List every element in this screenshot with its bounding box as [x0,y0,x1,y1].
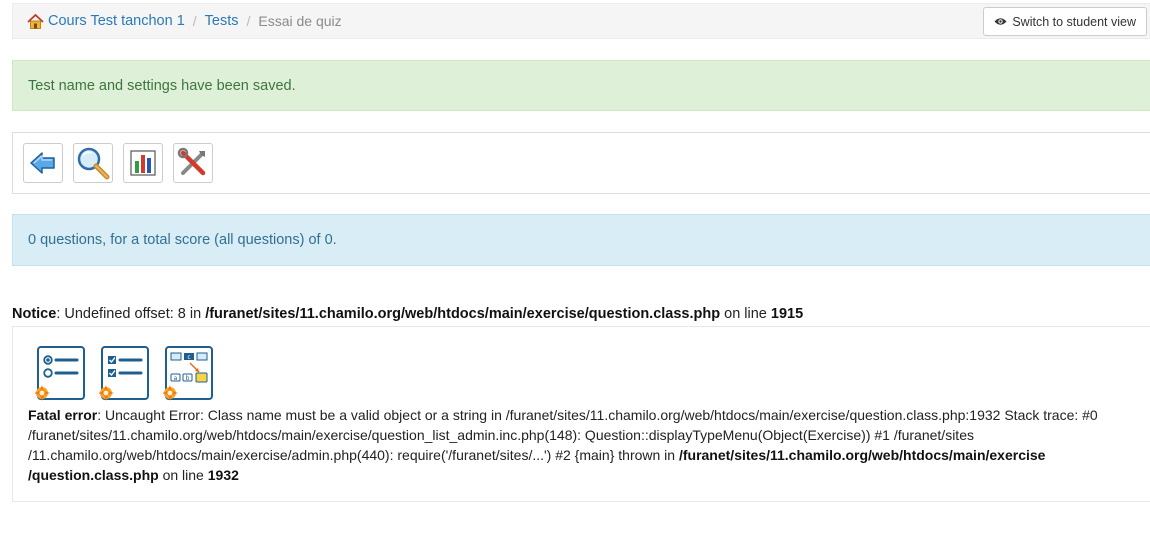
unique-answer-icon [34,346,85,401]
action-toolbar [12,132,1150,194]
notice-file: /furanet/sites/11.chamilo.org/web/htdocs… [205,306,721,322]
switch-student-view-button[interactable]: Switch to student view [983,7,1147,36]
breadcrumb: Cours Test tanchon 1 / Tests / Essai de … [12,3,1150,39]
matching-icon: c a b [162,346,213,401]
back-button[interactable] [23,143,63,183]
fatal-line: 1932 [207,467,239,483]
question-type-menu: c a b [34,345,217,403]
multiple-answer-button[interactable] [98,345,153,403]
php-notice: Notice: Undefined offset: 8 in /furanet/… [12,306,803,322]
multiple-answer-icon [98,346,149,401]
svg-text:b: b [186,375,190,382]
preview-button[interactable] [73,143,113,183]
fatal-on-line: on line [158,467,208,483]
info-alert-text: 0 questions, for a total score (all ques… [28,232,337,248]
notice-message: : Undefined offset: 8 in [56,306,206,322]
success-alert: Test name and settings have been saved. [12,60,1150,111]
tools-icon [177,147,206,176]
home-icon [27,13,44,29]
notice-label: Notice [12,306,57,322]
breadcrumb-separator: / [246,13,251,29]
success-alert-text: Test name and settings have been saved. [28,77,296,94]
back-icon [30,152,55,174]
notice-line: 1915 [770,306,804,322]
breadcrumb-course-link[interactable]: Cours Test tanchon 1 [48,13,185,29]
fatal-label: Fatal error [28,407,98,423]
svg-text:c: c [187,354,190,361]
question-panel: c a b Fatal error: Uncaught Error: Class… [12,326,1150,502]
matching-button[interactable]: c a b [162,345,217,403]
notice-on-line: on line [720,306,771,322]
breadcrumb-separator: / [192,13,197,29]
eye-icon [994,18,1007,25]
settings-button[interactable] [173,143,213,183]
bar-chart-icon [130,150,156,176]
statistics-button[interactable] [123,143,163,183]
php-fatal-error: Fatal error: Uncaught Error: Class name … [28,405,1138,485]
unique-answer-button[interactable] [34,345,89,403]
svg-text:a: a [174,375,178,382]
magnifier-icon [77,147,110,180]
switch-student-view-label: Switch to student view [1012,14,1136,29]
breadcrumb-current: Essai de quiz [258,13,342,29]
info-alert: 0 questions, for a total score (all ques… [12,214,1150,266]
breadcrumb-tests-link[interactable]: Tests [205,13,239,29]
